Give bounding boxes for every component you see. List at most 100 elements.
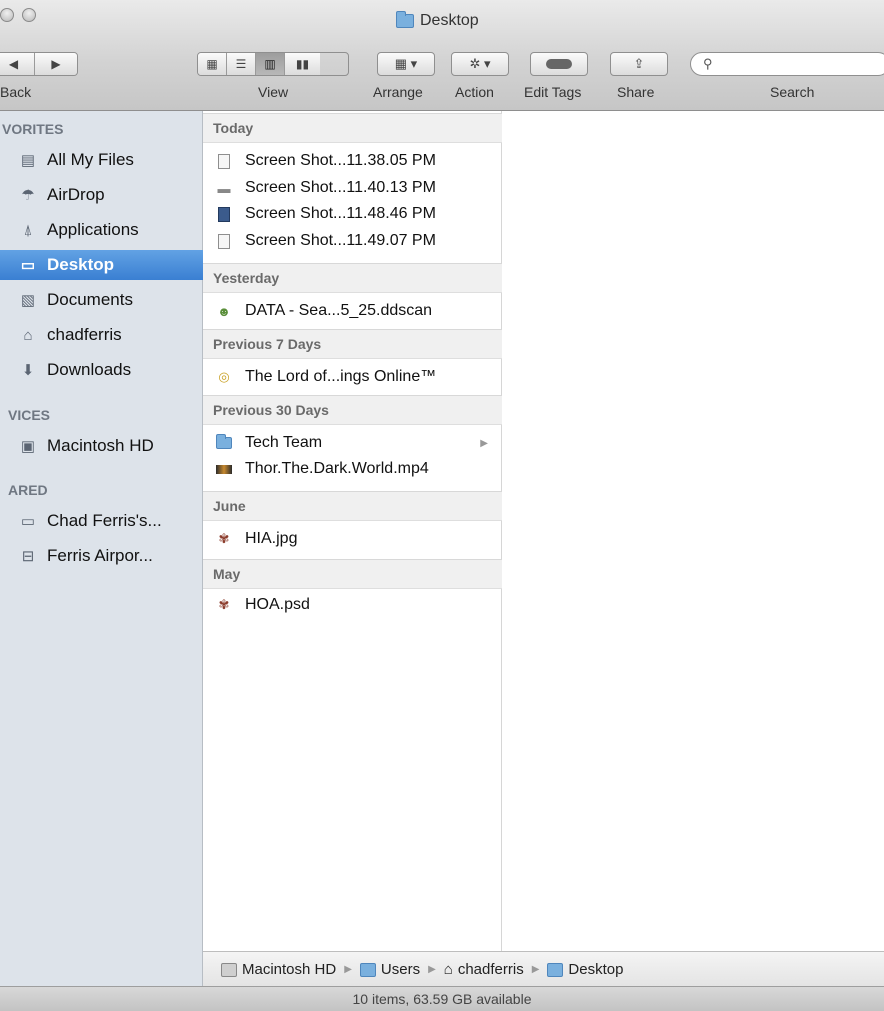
list-item[interactable]: Tech Team ▶ bbox=[203, 430, 502, 456]
file-name: Screen Shot...11.49.07 PM bbox=[245, 232, 436, 249]
file-name: Screen Shot...11.38.05 PM bbox=[245, 152, 436, 169]
file-name: Thor.The.Dark.World.mp4 bbox=[245, 460, 429, 477]
sidebar-item-downloads[interactable]: ⬇ Downloads bbox=[0, 355, 203, 385]
action-button[interactable]: ✲ ▾ bbox=[451, 52, 509, 76]
arrange-button[interactable]: ▦ ▾ bbox=[377, 52, 435, 76]
back-forward-control[interactable]: ◀ ▶ bbox=[0, 52, 78, 76]
sidebar-item-chad-ferris-computer[interactable]: ▭ Chad Ferris's... bbox=[0, 506, 203, 536]
folder-icon bbox=[547, 962, 564, 977]
sidebar-item-label: AirDrop bbox=[47, 185, 105, 204]
file-name: DATA - Sea...5_25.ddscan bbox=[245, 302, 433, 319]
desktop-icon: ▭ bbox=[20, 257, 36, 274]
path-label: Desktop bbox=[568, 960, 624, 978]
view-control[interactable]: ▦ ☰ ▥ ▮▮ bbox=[197, 52, 349, 76]
screenshot-file-icon bbox=[216, 206, 232, 222]
group-header-yesterday: Yesterday bbox=[203, 263, 502, 293]
sidebar-item-label: Chad Ferris's... bbox=[47, 511, 162, 530]
coverflow-view-icon[interactable]: ▮▮ bbox=[285, 53, 320, 75]
edit-tags-label: Edit Tags bbox=[524, 84, 582, 100]
file-name: The Lord of...ings Online™ bbox=[245, 368, 437, 385]
airdrop-icon: ☂ bbox=[21, 187, 35, 204]
file-name: HIA.jpg bbox=[245, 530, 298, 547]
list-view-icon[interactable]: ☰ bbox=[227, 53, 256, 75]
path-segment-macintosh-hd[interactable]: Macintosh HD bbox=[221, 961, 336, 978]
ddscan-file-icon: ☻ bbox=[217, 303, 231, 319]
forward-button[interactable]: ▶ bbox=[35, 53, 77, 75]
list-item[interactable]: ◎ The Lord of...ings Online™ bbox=[203, 364, 502, 390]
screenshot-file-icon bbox=[216, 153, 232, 169]
file-name: HOA.psd bbox=[245, 596, 310, 613]
list-item[interactable]: Screen Shot...11.49.07 PM bbox=[203, 228, 502, 254]
computer-icon: ▭ bbox=[20, 513, 36, 530]
edit-tags-button[interactable] bbox=[530, 52, 588, 76]
sidebar: VORITES ▤ All My Files ☂ AirDrop ⍋ Appli… bbox=[0, 111, 203, 986]
sidebar-item-label: Desktop bbox=[47, 255, 115, 274]
list-item[interactable]: ✾ HOA.psd bbox=[203, 592, 502, 618]
action-label: Action bbox=[455, 84, 494, 100]
path-segment-desktop[interactable]: Desktop bbox=[547, 961, 623, 978]
path-label: Users bbox=[380, 960, 421, 978]
sidebar-item-chadferris[interactable]: ⌂ chadferris bbox=[0, 320, 203, 350]
sidebar-item-macintosh-hd[interactable]: ▣ Macintosh HD bbox=[0, 431, 203, 461]
image-file-icon: ✾ bbox=[218, 531, 230, 546]
search-field[interactable]: ⚲ bbox=[690, 52, 884, 76]
path-segment-users[interactable]: Users bbox=[359, 960, 421, 978]
list-item[interactable]: Screen Shot...11.48.46 PM bbox=[203, 201, 502, 227]
sidebar-item-all-my-files[interactable]: ▤ All My Files bbox=[0, 145, 203, 175]
list-item[interactable]: Screen Shot...11.38.05 PM bbox=[203, 148, 502, 174]
back-label: Back bbox=[0, 84, 32, 100]
path-separator-icon: ▶ bbox=[531, 963, 540, 975]
group-header-may: May bbox=[203, 559, 502, 589]
view-label: View bbox=[258, 84, 289, 100]
downloads-icon: ⬇ bbox=[21, 362, 35, 379]
gear-icon: ✲ ▾ bbox=[469, 56, 491, 71]
lotro-app-icon: ◎ bbox=[218, 369, 230, 384]
column-view-icon[interactable]: ▥ bbox=[256, 53, 285, 75]
share-icon: ⇪ bbox=[633, 56, 645, 71]
list-item[interactable]: ▬ Screen Shot...11.40.13 PM bbox=[203, 175, 502, 201]
screenshot-file-icon bbox=[216, 233, 232, 249]
sidebar-item-desktop[interactable]: ▭ Desktop bbox=[0, 250, 203, 280]
path-separator-icon: ▶ bbox=[428, 963, 436, 975]
disclosure-arrow-icon: ▶ bbox=[480, 437, 488, 449]
tag-icon bbox=[546, 59, 572, 69]
folder-icon bbox=[359, 962, 376, 977]
sidebar-item-label: Downloads bbox=[47, 360, 132, 379]
home-icon: ⌂ bbox=[23, 326, 33, 344]
list-item[interactable]: Thor.The.Dark.World.mp4 bbox=[203, 456, 502, 482]
folder-icon bbox=[396, 11, 414, 28]
arrange-icon: ▦ ▾ bbox=[394, 56, 418, 71]
sidebar-header-shared: ARED bbox=[8, 482, 48, 498]
sidebar-item-airdrop[interactable]: ☂ AirDrop bbox=[0, 180, 203, 210]
finder-window: Desktop ◀ ▶ Back ▦ ☰ ▥ ▮▮ View ▦ ▾ Arran… bbox=[0, 0, 884, 1011]
share-label: Share bbox=[617, 84, 655, 100]
all-files-icon: ▤ bbox=[20, 152, 36, 169]
icon-view-icon[interactable]: ▦ bbox=[198, 53, 227, 75]
sidebar-item-ferris-airport[interactable]: ⊟ Ferris Airpor... bbox=[0, 541, 203, 571]
toolbar: Desktop ◀ ▶ Back ▦ ☰ ▥ ▮▮ View ▦ ▾ Arran… bbox=[0, 0, 884, 111]
share-button[interactable]: ⇪ bbox=[610, 52, 668, 76]
airport-icon: ⊟ bbox=[21, 548, 35, 565]
file-name: Screen Shot...11.40.13 PM bbox=[245, 179, 436, 196]
applications-icon: ⍋ bbox=[23, 221, 33, 239]
minimize-button[interactable] bbox=[0, 8, 14, 22]
sidebar-header-favorites: VORITES bbox=[2, 121, 64, 137]
documents-icon: ▧ bbox=[20, 292, 36, 309]
sidebar-item-applications[interactable]: ⍋ Applications bbox=[0, 215, 203, 245]
sidebar-item-label: chadferris bbox=[47, 325, 122, 344]
list-item[interactable]: ☻ DATA - Sea...5_25.ddscan bbox=[203, 298, 502, 324]
back-button[interactable]: ◀ bbox=[0, 53, 35, 75]
group-header-june: June bbox=[203, 491, 502, 521]
path-segment-chadferris[interactable]: ⌂ chadferris bbox=[444, 961, 524, 978]
sidebar-item-documents[interactable]: ▧ Documents bbox=[0, 285, 203, 315]
list-item[interactable]: ✾ HIA.jpg bbox=[203, 526, 502, 552]
zoom-button[interactable] bbox=[22, 8, 36, 22]
group-header-today: Today bbox=[203, 113, 502, 143]
file-column: Today Screen Shot...11.38.05 PM ▬ Screen… bbox=[203, 111, 502, 951]
sidebar-item-label: Macintosh HD bbox=[47, 436, 154, 455]
path-bar: Macintosh HD ▶ Users ▶ ⌂ chadferris ▶ Des… bbox=[203, 951, 884, 986]
sidebar-item-label: Applications bbox=[47, 220, 139, 239]
search-icon: ⚲ bbox=[703, 56, 713, 71]
path-label: Macintosh HD bbox=[242, 960, 337, 978]
window-title-text: Desktop bbox=[420, 12, 479, 29]
